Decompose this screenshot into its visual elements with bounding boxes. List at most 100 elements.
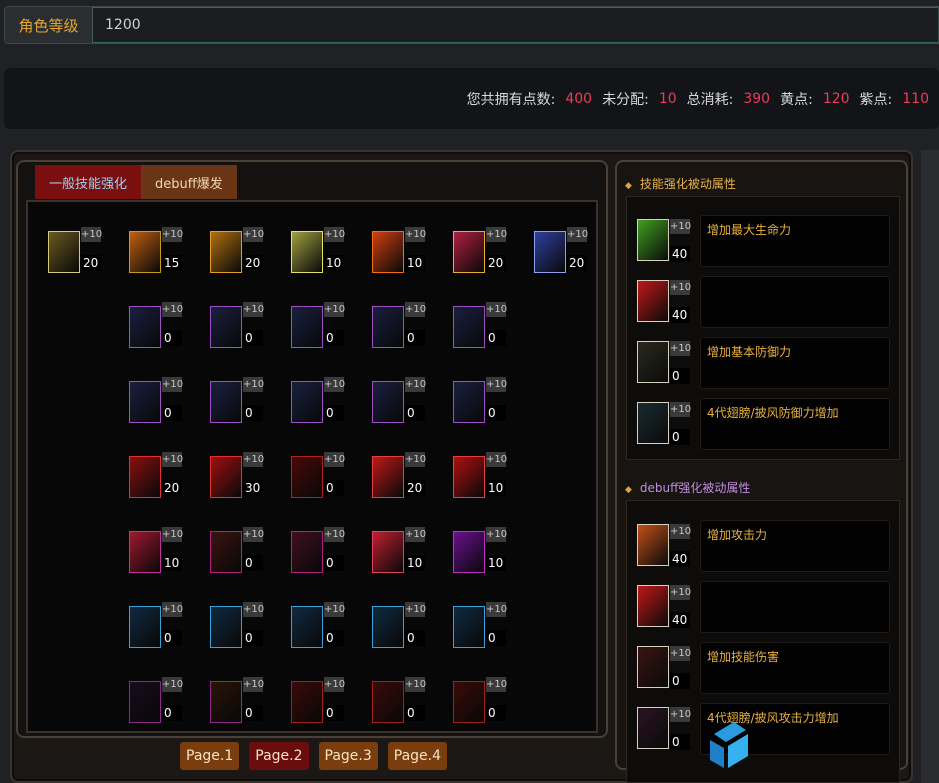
skill-slot[interactable]: +10 30	[210, 452, 264, 498]
skill-plus-button[interactable]: +10	[324, 677, 345, 692]
skill-icon[interactable]	[291, 606, 323, 648]
skill-plus-button[interactable]: +10	[405, 452, 426, 467]
skill-icon[interactable]	[210, 606, 242, 648]
skill-plus-button[interactable]: +10	[243, 377, 264, 392]
skill-slot[interactable]: +10 0	[453, 602, 507, 648]
passive-item[interactable]: +10 0 增加基本防御力	[637, 337, 897, 397]
skill-icon[interactable]	[372, 606, 404, 648]
skill-slot[interactable]: +10 0	[291, 377, 345, 423]
passive-item[interactable]: +10 40 增加最大生命力	[637, 215, 897, 275]
skill-slot[interactable]: +10 20	[129, 452, 183, 498]
passive-icon[interactable]	[637, 402, 669, 444]
skill-slot[interactable]: +10 20	[210, 227, 264, 273]
skill-slot[interactable]: +10 0	[291, 452, 345, 498]
passive-plus-button[interactable]: +10	[670, 707, 691, 722]
skill-plus-button[interactable]: +10	[486, 527, 507, 542]
skill-slot[interactable]: +10 20	[372, 452, 426, 498]
skill-plus-button[interactable]: +10	[162, 227, 183, 242]
skill-slot[interactable]: +10 0	[210, 527, 264, 573]
skill-slot[interactable]: +10 0	[291, 677, 345, 723]
skill-slot[interactable]: +10 0	[129, 677, 183, 723]
passive-icon[interactable]	[637, 585, 669, 627]
passive-plus-button[interactable]: +10	[670, 219, 691, 234]
passive-plus-button[interactable]: +10	[670, 280, 691, 295]
skill-slot[interactable]: +10 0	[129, 377, 183, 423]
skill-plus-button[interactable]: +10	[324, 227, 345, 242]
skill-plus-button[interactable]: +10	[243, 302, 264, 317]
skill-plus-button[interactable]: +10	[486, 677, 507, 692]
passive-icon[interactable]	[637, 341, 669, 383]
skill-plus-button[interactable]: +10	[405, 677, 426, 692]
skill-icon[interactable]	[129, 381, 161, 423]
passive-plus-button[interactable]: +10	[670, 646, 691, 661]
skill-icon[interactable]	[291, 306, 323, 348]
passive-plus-button[interactable]: +10	[670, 585, 691, 600]
skill-icon[interactable]	[372, 531, 404, 573]
skill-slot[interactable]: +10 0	[129, 602, 183, 648]
skill-slot[interactable]: +10 0	[372, 302, 426, 348]
skill-plus-button[interactable]: +10	[162, 602, 183, 617]
skill-icon[interactable]	[291, 681, 323, 723]
skill-plus-button[interactable]: +10	[243, 527, 264, 542]
skill-icon[interactable]	[453, 381, 485, 423]
tab-debuff-burst[interactable]: debuff爆发	[141, 165, 237, 199]
skill-icon[interactable]	[291, 381, 323, 423]
skill-slot[interactable]: +10 0	[453, 302, 507, 348]
passive-item[interactable]: +10 0 4代翅膀/披风攻击力增加	[637, 703, 897, 763]
skill-plus-button[interactable]: +10	[486, 602, 507, 617]
skill-icon[interactable]	[291, 531, 323, 573]
skill-icon[interactable]	[453, 306, 485, 348]
skill-plus-button[interactable]: +10	[162, 527, 183, 542]
passive-item[interactable]: +10 0 4代翅膀/披风防御力增加	[637, 398, 897, 458]
page-4-button[interactable]: Page.4	[387, 742, 447, 770]
passive-icon[interactable]	[637, 219, 669, 261]
passive-icon[interactable]	[637, 707, 669, 749]
skill-plus-button[interactable]: +10	[243, 452, 264, 467]
skill-plus-button[interactable]: +10	[162, 452, 183, 467]
skill-icon[interactable]	[372, 231, 404, 273]
skill-icon[interactable]	[129, 681, 161, 723]
skill-plus-button[interactable]: +10	[405, 602, 426, 617]
skill-slot[interactable]: +10 10	[291, 227, 345, 273]
skill-icon[interactable]	[129, 306, 161, 348]
skill-plus-button[interactable]: +10	[486, 227, 507, 242]
skill-plus-button[interactable]: +10	[243, 602, 264, 617]
skill-icon[interactable]	[129, 531, 161, 573]
skill-plus-button[interactable]: +10	[81, 227, 102, 242]
skill-plus-button[interactable]: +10	[243, 677, 264, 692]
skill-plus-button[interactable]: +10	[405, 227, 426, 242]
skill-plus-button[interactable]: +10	[405, 377, 426, 392]
skill-plus-button[interactable]: +10	[486, 452, 507, 467]
skill-slot[interactable]: +10 0	[129, 302, 183, 348]
skill-slot[interactable]: +10 20	[534, 227, 588, 273]
skill-plus-button[interactable]: +10	[162, 302, 183, 317]
skill-slot[interactable]: +10 10	[372, 227, 426, 273]
skill-plus-button[interactable]: +10	[324, 377, 345, 392]
skill-icon[interactable]	[453, 606, 485, 648]
skill-plus-button[interactable]: +10	[162, 677, 183, 692]
skill-slot[interactable]: +10 20	[453, 227, 507, 273]
skill-icon[interactable]	[129, 231, 161, 273]
skill-icon[interactable]	[210, 381, 242, 423]
skill-plus-button[interactable]: +10	[324, 527, 345, 542]
skill-plus-button[interactable]: +10	[324, 602, 345, 617]
passive-plus-button[interactable]: +10	[670, 341, 691, 356]
skill-slot[interactable]: +10 10	[372, 527, 426, 573]
skill-slot[interactable]: +10 0	[210, 677, 264, 723]
passive-plus-button[interactable]: +10	[670, 402, 691, 417]
skill-slot[interactable]: +10 0	[291, 527, 345, 573]
passive-item[interactable]: +10 40	[637, 276, 897, 336]
skill-icon[interactable]	[291, 231, 323, 273]
passive-item[interactable]: +10 40 增加攻击力	[637, 520, 897, 580]
passive-item[interactable]: +10 40	[637, 581, 897, 641]
skill-slot[interactable]: +10 20	[48, 227, 102, 273]
skill-slot[interactable]: +10 0	[210, 602, 264, 648]
skill-icon[interactable]	[453, 231, 485, 273]
passive-icon[interactable]	[637, 524, 669, 566]
skill-icon[interactable]	[210, 306, 242, 348]
skill-plus-button[interactable]: +10	[405, 527, 426, 542]
skill-slot[interactable]: +10 0	[210, 302, 264, 348]
skill-slot[interactable]: +10 0	[291, 302, 345, 348]
skill-slot[interactable]: +10 0	[210, 377, 264, 423]
skill-icon[interactable]	[48, 231, 80, 273]
